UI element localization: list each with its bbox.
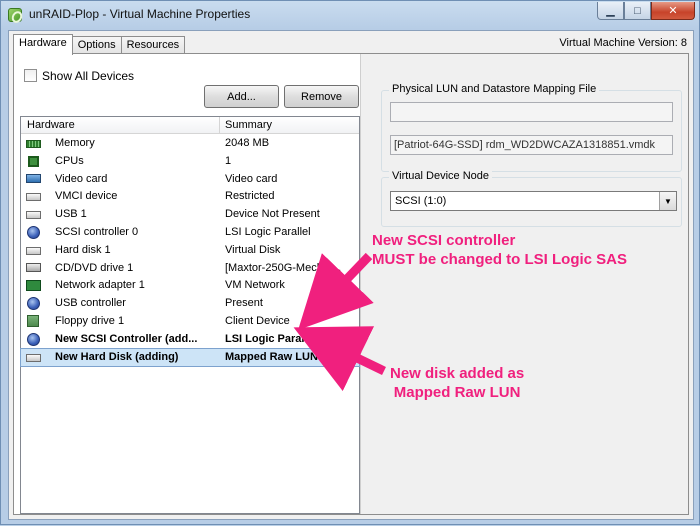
row-hardware-name: New Hard Disk (adding) xyxy=(55,350,179,363)
hardware-table: Hardware Summary Memory 2048 MB CPUs 1 V… xyxy=(20,116,360,514)
floppy-drive-icon xyxy=(27,314,39,327)
row-hardware-name: Network adapter 1 xyxy=(55,279,145,292)
hardware-table-header: Hardware Summary xyxy=(21,117,359,134)
virtual-device-node-select[interactable]: SCSI (1:0) ▼ xyxy=(390,191,677,211)
window-title: unRAID-Plop - Virtual Machine Properties xyxy=(29,7,251,21)
row-summary: [Maxtor-250G-Mech] I... xyxy=(225,261,342,274)
row-summary: Restricted xyxy=(225,190,275,203)
table-row-new-scsi-controller[interactable]: New SCSI Controller (add... LSI Logic Pa… xyxy=(21,331,359,349)
vm-properties-window: unRAID-Plop - Virtual Machine Properties… xyxy=(0,0,700,525)
maximize-button[interactable]: □ xyxy=(624,2,651,20)
row-summary: LSI Logic Parallel xyxy=(225,225,311,238)
tab-strip: Hardware Options Resources xyxy=(13,34,186,55)
row-hardware-name: USB 1 xyxy=(55,208,87,221)
table-row[interactable]: Video card Video card xyxy=(21,171,359,189)
row-hardware-name: USB controller xyxy=(55,297,126,310)
add-button[interactable]: Add... xyxy=(204,85,279,108)
row-hardware-name: Video card xyxy=(55,172,108,185)
memory-icon xyxy=(26,140,41,148)
physical-lun-group: Physical LUN and Datastore Mapping File … xyxy=(381,83,682,172)
show-all-devices-label: Show All Devices xyxy=(42,69,135,83)
row-summary: Video card xyxy=(225,172,278,185)
minimize-icon: ▁ xyxy=(606,5,615,17)
annotation-disk-line1: New disk added as xyxy=(390,365,525,382)
hardware-rows: Memory 2048 MB CPUs 1 Video card Video c… xyxy=(20,135,360,368)
row-hardware-name: VMCI device xyxy=(55,190,118,203)
dialog-body: Hardware Options Resources Virtual Machi… xyxy=(8,30,694,520)
row-hardware-name: New SCSI Controller (add... xyxy=(55,332,198,345)
remove-button[interactable]: Remove xyxy=(284,85,359,108)
row-summary: LSI Logic Parallel xyxy=(225,332,317,345)
annotation-new-disk: New disk added as Mapped Raw LUN xyxy=(390,364,524,402)
annotation-scsi-line2: MUST be changed to LSI Logic SAS xyxy=(372,251,628,268)
row-summary: 2048 MB xyxy=(225,137,270,149)
table-row[interactable]: CPUs 1 xyxy=(21,153,359,171)
row-summary: Present xyxy=(225,297,263,310)
physical-lun-group-title: Physical LUN and Datastore Mapping File xyxy=(389,83,600,95)
usb-controller-icon xyxy=(27,297,40,311)
table-row[interactable]: Hard disk 1 Virtual Disk xyxy=(21,242,359,260)
minimize-button[interactable]: ▁ xyxy=(597,2,624,20)
table-row[interactable]: USB controller Present xyxy=(21,295,359,313)
table-row[interactable]: CD/DVD drive 1 [Maxtor-250G-Mech] I... xyxy=(21,260,359,278)
row-summary: Device Not Present xyxy=(225,208,320,221)
row-hardware-name: CPUs xyxy=(55,154,84,167)
table-row[interactable]: USB 1 Device Not Present xyxy=(21,206,359,224)
cd-dvd-icon xyxy=(26,262,41,272)
close-button[interactable]: ✕ xyxy=(651,2,695,20)
hard-disk-icon xyxy=(26,353,41,362)
maximize-icon: □ xyxy=(634,4,641,17)
virtual-device-node-group: Virtual Device Node SCSI (1:0) ▼ xyxy=(381,170,682,227)
table-row[interactable]: VMCI device Restricted xyxy=(21,188,359,206)
row-summary: Client Device xyxy=(225,314,290,327)
row-summary: VM Network xyxy=(225,279,285,292)
hardware-tab-panel: Show All Devices Add... Remove Hardware … xyxy=(13,53,689,515)
annotation-scsi-line1: New SCSI controller xyxy=(372,232,516,249)
table-row[interactable]: Network adapter 1 VM Network xyxy=(21,277,359,295)
hard-disk-icon xyxy=(26,246,41,255)
table-row[interactable]: SCSI controller 0 LSI Logic Parallel xyxy=(21,224,359,242)
network-adapter-icon xyxy=(26,280,41,292)
row-summary: Mapped Raw LUN xyxy=(225,350,318,363)
video-card-icon xyxy=(26,173,41,183)
vsphere-app-icon xyxy=(8,8,22,22)
row-hardware-name: Hard disk 1 xyxy=(55,243,111,256)
row-hardware-name: Memory xyxy=(55,137,95,149)
vmci-device-icon xyxy=(26,193,41,202)
row-summary: 1 xyxy=(225,154,232,167)
row-hardware-name: SCSI controller 0 xyxy=(55,225,139,238)
cpu-icon xyxy=(28,155,39,167)
usb-icon xyxy=(26,211,41,220)
table-row[interactable]: Floppy drive 1 Client Device xyxy=(21,313,359,331)
show-all-devices-checkbox[interactable] xyxy=(24,69,37,82)
column-header-summary[interactable]: Summary xyxy=(225,119,272,131)
hardware-list-pane: Show All Devices Add... Remove Hardware … xyxy=(14,54,360,514)
title-bar[interactable]: unRAID-Plop - Virtual Machine Properties… xyxy=(1,1,700,29)
row-hardware-name: CD/DVD drive 1 xyxy=(55,261,134,274)
chevron-down-icon[interactable]: ▼ xyxy=(659,192,676,210)
mapping-file-field[interactable]: [Patriot-64G-SSD] rdm_WD2DWCAZA1318851.v… xyxy=(390,135,673,155)
window-controls: ▁ □ ✕ xyxy=(597,2,695,20)
virtual-device-node-title: Virtual Device Node xyxy=(389,170,493,182)
vm-version-label: Virtual Machine Version: 8 xyxy=(559,37,687,49)
physical-lun-field[interactable] xyxy=(390,102,673,122)
row-summary: Virtual Disk xyxy=(225,243,281,256)
scsi-controller-icon xyxy=(27,225,40,239)
scsi-controller-icon xyxy=(27,332,40,346)
column-divider[interactable] xyxy=(219,117,220,134)
close-icon: ✕ xyxy=(668,5,678,17)
virtual-device-node-value: SCSI (1:0) xyxy=(395,195,447,207)
column-header-hardware[interactable]: Hardware xyxy=(27,119,75,131)
annotation-disk-line2: Mapped Raw LUN xyxy=(393,384,521,401)
table-row-new-hard-disk[interactable]: New Hard Disk (adding) Mapped Raw LUN xyxy=(20,347,360,368)
annotation-scsi-controller: New SCSI controller MUST be changed to L… xyxy=(372,231,627,269)
row-hardware-name: Floppy drive 1 xyxy=(55,314,125,327)
tab-hardware[interactable]: Hardware xyxy=(13,34,73,55)
table-row[interactable]: Memory 2048 MB xyxy=(21,135,359,153)
device-details-pane: Physical LUN and Datastore Mapping File … xyxy=(360,54,688,514)
